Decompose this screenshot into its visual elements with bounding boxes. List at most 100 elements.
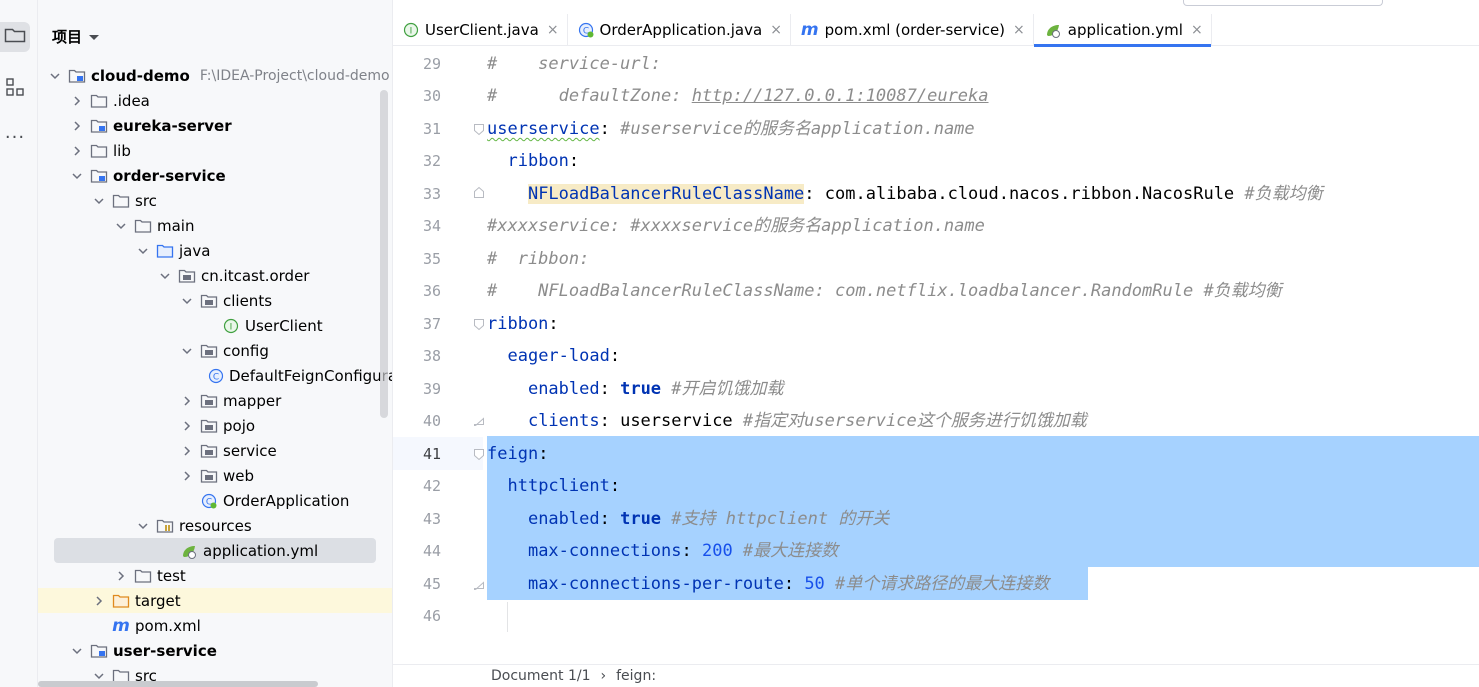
package-icon xyxy=(200,343,218,359)
chevron-down-icon[interactable] xyxy=(136,244,150,258)
fold-open-icon[interactable] xyxy=(473,123,485,136)
code-line-40: clients: userservice #指定对userservice这个服务… xyxy=(527,411,1087,431)
tree-item-order-service[interactable]: order-service xyxy=(38,163,392,188)
breadcrumb: Document 1/1 › feign: xyxy=(393,664,1479,687)
chevron-right-icon[interactable] xyxy=(180,419,194,433)
chevron-down-icon[interactable] xyxy=(92,194,106,208)
tree-item-idea[interactable]: .idea xyxy=(38,88,392,113)
chevron-down-icon[interactable] xyxy=(180,294,194,308)
chevron-right-icon[interactable] xyxy=(70,119,84,133)
tree-item-eureka-server[interactable]: eureka-server xyxy=(38,113,392,138)
fold-close-icon[interactable] xyxy=(473,577,485,590)
code-line-41: feign: xyxy=(487,444,549,464)
more-tools-button[interactable]: ··· xyxy=(0,122,30,152)
fold-close-icon[interactable] xyxy=(473,413,485,426)
module-folder-icon xyxy=(90,118,108,134)
structure-tool-button[interactable] xyxy=(0,74,30,104)
close-icon[interactable]: × xyxy=(547,22,559,38)
tree-item-orderapplication[interactable]: C OrderApplication xyxy=(38,488,392,513)
code-line-29: # service-url: xyxy=(487,54,661,74)
line-number-gutter[interactable]: 29 30 31 32 33 34 35 36 37 38 39 40 41 4… xyxy=(393,46,485,664)
tree-item-label: java xyxy=(179,241,211,260)
chevron-right-icon[interactable] xyxy=(70,144,84,158)
chevron-down-icon[interactable] xyxy=(136,519,150,533)
project-view-selector[interactable]: 项目 xyxy=(52,26,100,47)
breadcrumb-node[interactable]: feign: xyxy=(616,668,656,684)
tree-item-userclient[interactable]: I UserClient xyxy=(38,313,392,338)
tab-pom-xml[interactable]: m pom.xml (order-service) × xyxy=(791,14,1034,46)
code-editor[interactable]: # service-url: # defaultZone: http://127… xyxy=(487,46,1479,664)
tab-label: OrderApplication.java xyxy=(599,21,763,39)
code-line-30: # defaultZone: http://127.0.0.1:10087/eu… xyxy=(487,86,989,106)
breadcrumb-document[interactable]: Document 1/1 xyxy=(491,668,591,684)
chevron-down-icon[interactable] xyxy=(70,169,84,183)
tree-item-main[interactable]: main xyxy=(38,213,392,238)
chevron-right-icon[interactable] xyxy=(180,444,194,458)
tree-item-lib[interactable]: lib xyxy=(38,138,392,163)
tree-item-java[interactable]: java xyxy=(38,238,392,263)
tree-item-label: user-service xyxy=(113,641,217,660)
interface-icon: I xyxy=(403,22,419,38)
tab-userclient[interactable]: I UserClient.java × xyxy=(393,14,568,46)
fold-open-icon[interactable] xyxy=(473,448,485,461)
tree-item-label: clients xyxy=(223,291,273,310)
chevron-right-icon[interactable] xyxy=(92,594,106,608)
line-number: 33 xyxy=(422,185,441,203)
more-icon: ··· xyxy=(4,126,26,148)
project-title: 项目 xyxy=(52,28,83,46)
tree-item-label: application.yml xyxy=(203,541,319,560)
indent-guide xyxy=(507,602,508,632)
tree-item-user-service[interactable]: user-service xyxy=(38,638,392,663)
line-number: 32 xyxy=(422,152,441,170)
excluded-folder-icon xyxy=(112,593,130,609)
tree-item-web[interactable]: web xyxy=(38,463,392,488)
yaml-file-icon xyxy=(180,543,198,559)
chevron-right-icon[interactable] xyxy=(180,394,194,408)
code-line-43: enabled: true #支持 httpclient 的开关 xyxy=(527,509,890,529)
tree-item-target[interactable]: target xyxy=(38,588,392,613)
tab-application-yml[interactable]: application.yml × xyxy=(1033,14,1212,47)
code-line-33: NFLoadBalancerRuleClassName: com.alibaba… xyxy=(527,184,1323,204)
tree-item-clients[interactable]: clients xyxy=(38,288,392,313)
package-icon xyxy=(200,468,218,484)
line-number: 41 xyxy=(422,445,441,463)
code-line-34: #xxxxservice: #xxxxservice的服务名applicatio… xyxy=(487,216,985,236)
close-icon[interactable]: × xyxy=(770,22,782,38)
chevron-down-icon[interactable] xyxy=(70,644,84,658)
tree-item-config[interactable]: config xyxy=(38,338,392,363)
chevron-right-icon[interactable] xyxy=(114,569,128,583)
tree-item-cn-itcast-order[interactable]: cn.itcast.order xyxy=(38,263,392,288)
close-icon[interactable]: × xyxy=(1013,22,1025,38)
svg-text:I: I xyxy=(410,27,413,37)
tree-item-pom-xml[interactable]: m pom.xml xyxy=(38,613,392,638)
tree-item-test[interactable]: test xyxy=(38,563,392,588)
tree-item-src[interactable]: src xyxy=(38,188,392,213)
chevron-down-icon[interactable] xyxy=(48,69,62,83)
chevron-down-icon[interactable] xyxy=(158,269,172,283)
chevron-down-icon[interactable] xyxy=(180,344,194,358)
tree-item-service[interactable]: service xyxy=(38,438,392,463)
source-folder-icon xyxy=(156,243,174,259)
tree-item-mapper[interactable]: mapper xyxy=(38,388,392,413)
tree-item-resources[interactable]: resources xyxy=(38,513,392,538)
horizontal-scrollbar[interactable] xyxy=(38,681,318,687)
tab-label: application.yml xyxy=(1067,21,1183,39)
chevron-right-icon[interactable] xyxy=(180,469,194,483)
tree-item-pojo[interactable]: pojo xyxy=(38,413,392,438)
run-config-selector[interactable] xyxy=(1183,0,1383,6)
class-icon: C xyxy=(208,368,224,384)
project-tool-button[interactable] xyxy=(0,22,30,52)
line-number: 29 xyxy=(422,55,441,73)
vertical-scrollbar[interactable] xyxy=(380,90,388,418)
fold-close-icon[interactable] xyxy=(473,186,485,199)
close-icon[interactable]: × xyxy=(1191,22,1203,38)
tree-item-label: main xyxy=(157,216,195,235)
tree-item-defaultfeignconfiguration[interactable]: C DefaultFeignConfiguration xyxy=(38,363,392,388)
chevron-right-icon[interactable] xyxy=(70,94,84,108)
chevron-down-icon[interactable] xyxy=(114,219,128,233)
tab-orderapplication[interactable]: C OrderApplication.java × xyxy=(568,14,791,46)
line-number: 38 xyxy=(422,347,441,365)
tree-item-cloud-demo[interactable]: cloud-demo F:\IDEA-Project\cloud-demo xyxy=(38,63,392,88)
tree-item-application-yml[interactable]: application.yml xyxy=(54,538,376,563)
fold-open-icon[interactable] xyxy=(473,318,485,331)
